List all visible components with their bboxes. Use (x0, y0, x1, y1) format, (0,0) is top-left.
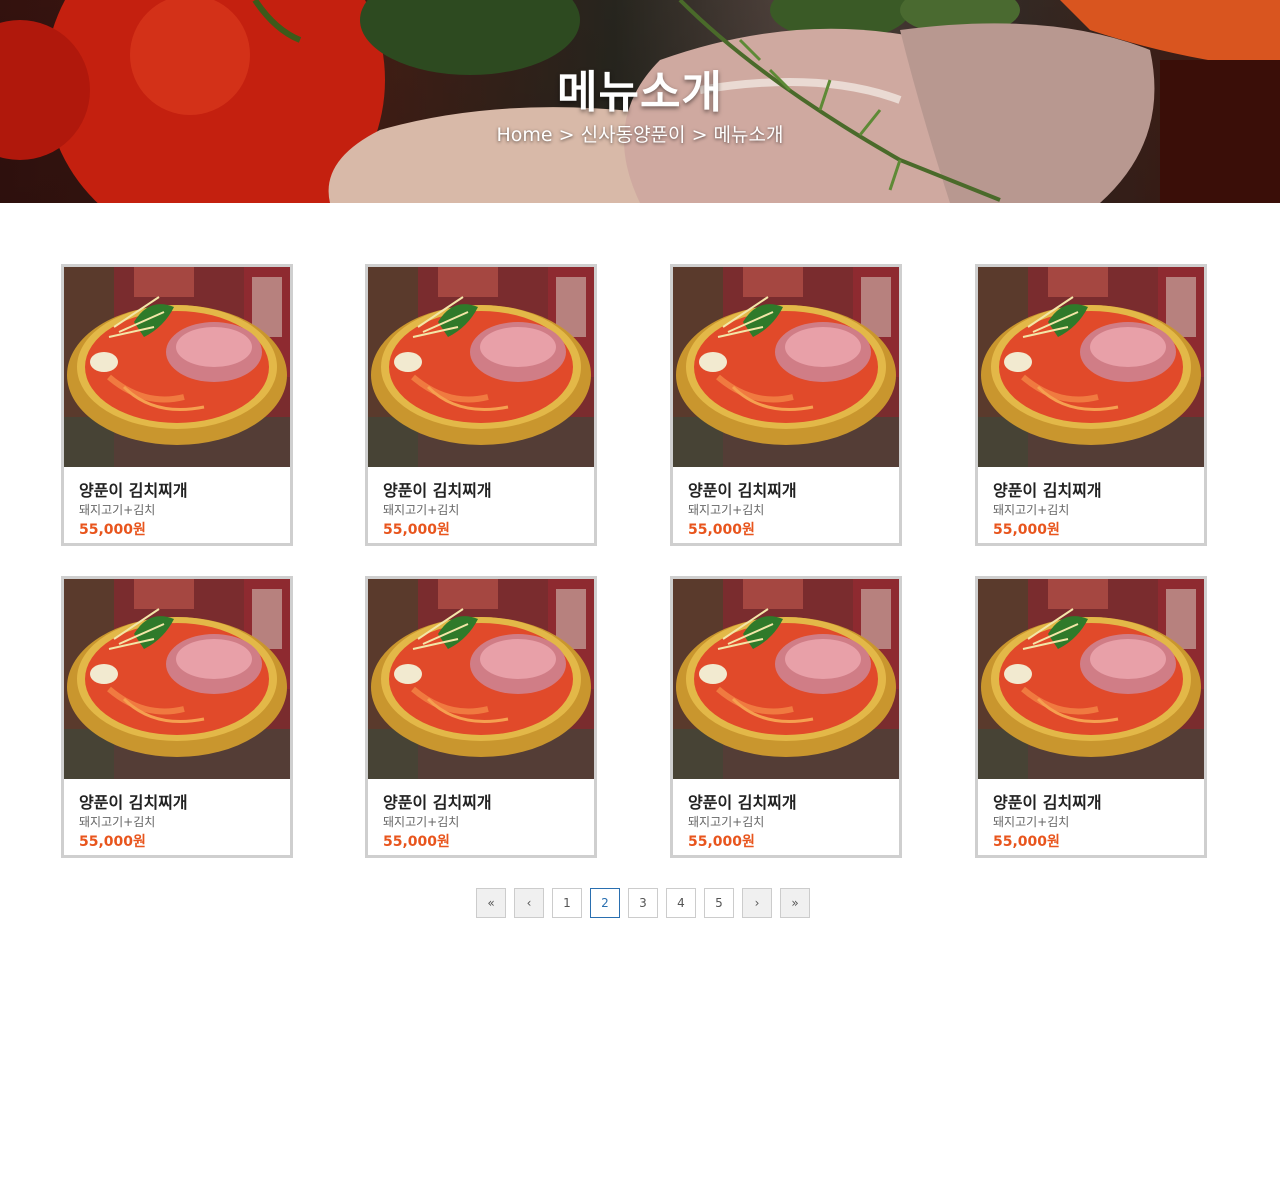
page-title: 메뉴소개 (557, 67, 723, 118)
menu-item-description: 돼지고기+김치 (79, 503, 156, 517)
kimchi-stew-photo-icon (978, 579, 1204, 779)
menu-item-name: 양푼이 김치찌개 (688, 793, 797, 812)
menu-image[interactable] (64, 579, 290, 779)
menu-card[interactable]: 양푼이 김치찌개 돼지고기+김치 55,000원 (365, 576, 597, 858)
menu-item-description: 돼지고기+김치 (383, 503, 460, 517)
menu-card[interactable]: 양푼이 김치찌개 돼지고기+김치 55,000원 (670, 264, 902, 546)
menu-card[interactable]: 양푼이 김치찌개 돼지고기+김치 55,000원 (975, 264, 1207, 546)
kimchi-stew-photo-icon (64, 267, 290, 467)
menu-item-price: 55,000원 (688, 522, 755, 538)
hero-banner: 메뉴소개 Home > 신사동양푼이 > 메뉴소개 (0, 0, 1280, 203)
kimchi-stew-photo-icon (64, 579, 290, 779)
prev-page-button[interactable]: ‹ (514, 888, 544, 918)
first-page-button[interactable]: « (476, 888, 506, 918)
menu-item-description: 돼지고기+김치 (993, 815, 1070, 829)
kimchi-stew-photo-icon (368, 579, 594, 779)
menu-item-name: 양푼이 김치찌개 (383, 793, 492, 812)
menu-item-name: 양푼이 김치찌개 (79, 793, 188, 812)
kimchi-stew-photo-icon (978, 267, 1204, 467)
menu-item-description: 돼지고기+김치 (993, 503, 1070, 517)
last-page-button[interactable]: » (780, 888, 810, 918)
menu-item-description: 돼지고기+김치 (688, 503, 765, 517)
menu-item-name: 양푼이 김치찌개 (79, 481, 188, 500)
page-5-button[interactable]: 5 (704, 888, 734, 918)
menu-card[interactable]: 양푼이 김치찌개 돼지고기+김치 55,000원 (670, 576, 902, 858)
menu-image[interactable] (978, 579, 1204, 779)
kimchi-stew-photo-icon (673, 267, 899, 467)
menu-item-price: 55,000원 (79, 522, 146, 538)
menu-item-name: 양푼이 김치찌개 (993, 481, 1102, 500)
breadcrumb-separator: > (691, 124, 708, 146)
menu-card[interactable]: 양푼이 김치찌개 돼지고기+김치 55,000원 (365, 264, 597, 546)
menu-item-price: 55,000원 (383, 834, 450, 850)
menu-item-description: 돼지고기+김치 (688, 815, 765, 829)
page-2-button[interactable]: 2 (590, 888, 620, 918)
menu-item-price: 55,000원 (79, 834, 146, 850)
breadcrumb-home[interactable]: Home (497, 124, 553, 146)
menu-item-price: 55,000원 (383, 522, 450, 538)
menu-item-name: 양푼이 김치찌개 (383, 481, 492, 500)
menu-image[interactable] (64, 267, 290, 467)
menu-card[interactable]: 양푼이 김치찌개 돼지고기+김치 55,000원 (61, 264, 293, 546)
page-4-button[interactable]: 4 (666, 888, 696, 918)
breadcrumb-separator: > (558, 124, 575, 146)
menu-card[interactable]: 양푼이 김치찌개 돼지고기+김치 55,000원 (61, 576, 293, 858)
menu-item-description: 돼지고기+김치 (79, 815, 156, 829)
menu-item-name: 양푼이 김치찌개 (688, 481, 797, 500)
menu-image[interactable] (978, 267, 1204, 467)
page-3-button[interactable]: 3 (628, 888, 658, 918)
menu-item-price: 55,000원 (993, 522, 1060, 538)
next-page-button[interactable]: › (742, 888, 772, 918)
breadcrumb-section[interactable]: 신사동양푼이 (581, 124, 686, 146)
menu-card[interactable]: 양푼이 김치찌개 돼지고기+김치 55,000원 (975, 576, 1207, 858)
breadcrumb-current: 메뉴소개 (713, 124, 784, 146)
menu-item-description: 돼지고기+김치 (383, 815, 460, 829)
breadcrumb: Home > 신사동양푼이 > 메뉴소개 (0, 120, 1280, 147)
menu-image[interactable] (673, 579, 899, 779)
menu-item-name: 양푼이 김치찌개 (993, 793, 1102, 812)
kimchi-stew-photo-icon (673, 579, 899, 779)
menu-item-price: 55,000원 (993, 834, 1060, 850)
menu-image[interactable] (673, 267, 899, 467)
menu-image[interactable] (368, 267, 594, 467)
menu-item-price: 55,000원 (688, 834, 755, 850)
page-1-button[interactable]: 1 (552, 888, 582, 918)
menu-image[interactable] (368, 579, 594, 779)
kimchi-stew-photo-icon (368, 267, 594, 467)
